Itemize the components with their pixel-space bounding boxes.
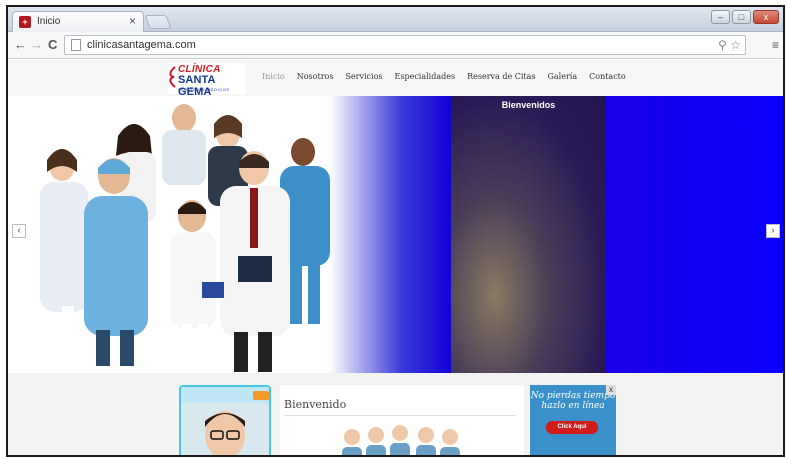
ad-close-icon[interactable]: x [606, 385, 616, 395]
page-icon [71, 39, 81, 51]
hero-slider: Bienvenidos ‹ › [8, 96, 783, 373]
url-text[interactable]: clinicasantagema.com [87, 39, 196, 51]
logo-mark-icon [169, 66, 176, 88]
site-header: CLÍNICA SANTA GEMA SERVICIOS MÉDICOS Ini… [8, 60, 783, 98]
address-bar[interactable]: clinicasantagema.com ⚲ ☆ [64, 35, 746, 55]
promo-card[interactable] [179, 385, 271, 455]
window-controls: – □ x [711, 10, 779, 26]
page-viewport: CLÍNICA SANTA GEMA SERVICIOS MÉDICOS Ini… [8, 60, 783, 455]
welcome-box: Bienvenido [280, 385, 524, 455]
welcome-title: Bienvenido [284, 398, 347, 411]
main-nav: Inicio Nosotros Servicios Especialidades… [262, 72, 626, 81]
welcome-divider [284, 415, 516, 416]
nav-contacto[interactable]: Contacto [589, 72, 626, 81]
menu-icon[interactable]: ≡ [772, 38, 779, 52]
zoom-bookmark-icons[interactable]: ⚲ ☆ [718, 38, 741, 52]
tab-strip: + Inicio × – □ x [8, 7, 783, 32]
logo-line-3: SERVICIOS MÉDICOS [178, 87, 230, 92]
minimize-button[interactable]: – [711, 10, 730, 24]
slider-prev-button[interactable]: ‹ [12, 224, 26, 238]
tab-inicio[interactable]: + Inicio × [12, 11, 144, 32]
content-section: Bienvenido No pierdas tiempo hazlo en lí… [8, 373, 783, 455]
nav-servicios[interactable]: Servicios [345, 72, 382, 81]
tab-close-icon[interactable]: × [129, 14, 136, 28]
browser-window: + Inicio × – □ x ← → C clinicasantagema.… [6, 5, 785, 457]
slide-blue-panel [606, 96, 783, 373]
nav-especialidades[interactable]: Especialidades [395, 72, 456, 81]
staff-group-image [342, 425, 460, 455]
browser-toolbar: ← → C clinicasantagema.com ⚲ ☆ ≡ [8, 32, 783, 59]
back-button[interactable]: ← [14, 37, 27, 52]
new-tab-button[interactable] [144, 15, 172, 29]
ad-text: No pierdas tiempo hazlo en línea [530, 391, 616, 411]
logo-line-2: SANTA GEMA [178, 74, 216, 98]
click-here-button[interactable]: Click Aquí [546, 421, 598, 434]
online-booking-ad[interactable]: No pierdas tiempo hazlo en línea Click A… [530, 385, 616, 455]
nav-inicio[interactable]: Inicio [262, 72, 285, 81]
nav-galeria[interactable]: Galería [548, 72, 578, 81]
slide-title: Bienvenidos [501, 100, 556, 110]
maximize-button[interactable]: □ [732, 10, 751, 24]
forward-button[interactable]: → [30, 37, 43, 52]
favicon-icon: + [19, 16, 31, 28]
tab-title: Inicio [37, 16, 61, 27]
slide-dark-panel [451, 96, 606, 373]
nav-nosotros[interactable]: Nosotros [297, 72, 334, 81]
reload-button[interactable]: C [48, 37, 57, 52]
close-window-button[interactable]: x [753, 10, 779, 24]
slider-next-button[interactable]: › [766, 224, 780, 238]
nav-reserva-de-citas[interactable]: Reserva de Citas [467, 72, 535, 81]
medical-team-image [40, 104, 330, 372]
doctor-avatar-image [181, 387, 269, 455]
clinic-logo[interactable]: CLÍNICA SANTA GEMA SERVICIOS MÉDICOS [168, 63, 246, 98]
